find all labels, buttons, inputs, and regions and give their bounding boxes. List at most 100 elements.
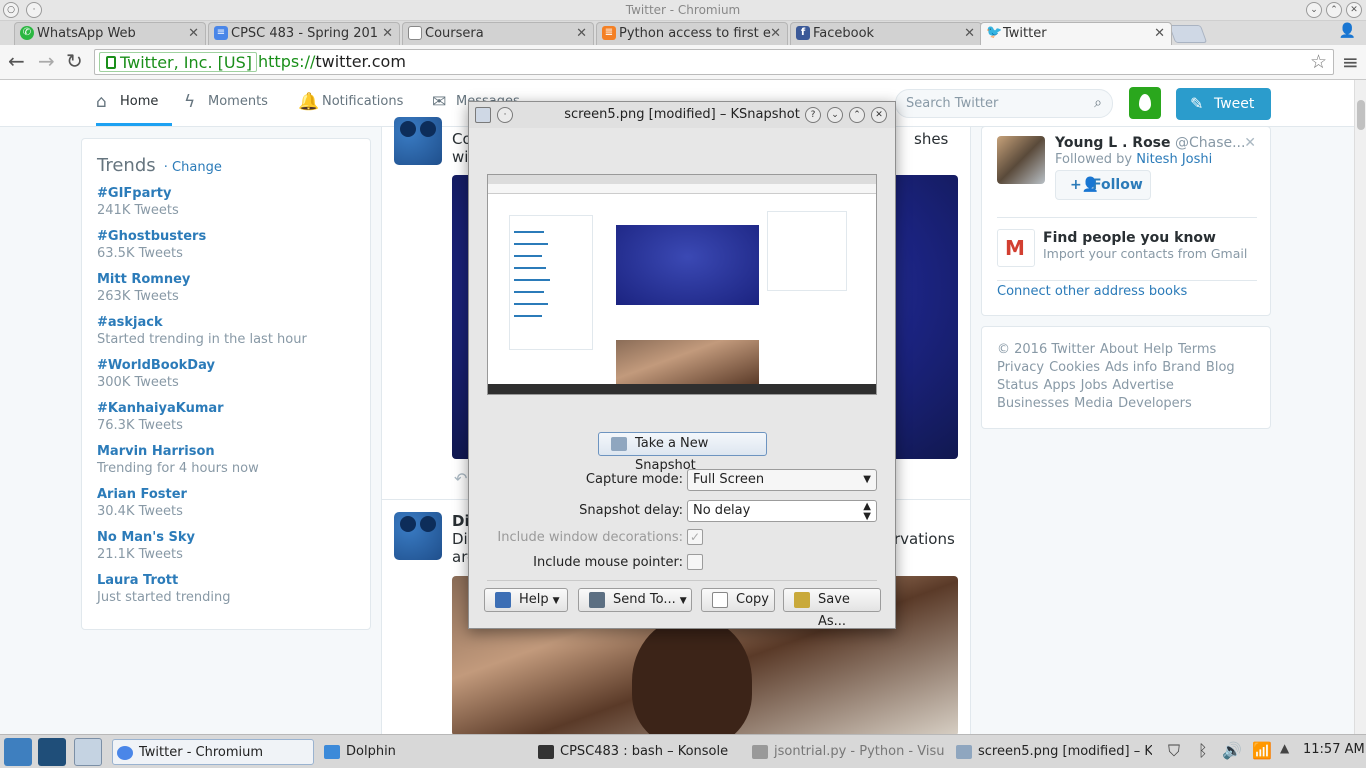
chromium-icon xyxy=(117,746,133,760)
tweet-text-fragment: shes xyxy=(914,130,949,148)
tab-close-icon[interactable]: ✕ xyxy=(964,23,975,44)
sticky-button[interactable]: · xyxy=(497,107,513,123)
close-window-button[interactable]: ✕ xyxy=(1346,2,1362,18)
connect-address-books-link[interactable]: Connect other address books xyxy=(997,284,1187,299)
tray-expand-icon[interactable]: ▲ xyxy=(1280,741,1289,755)
page-scrollbar[interactable] xyxy=(1354,80,1366,734)
trend-item[interactable]: Arian Foster 30.4K Tweets xyxy=(97,486,355,520)
scrollbar-thumb[interactable] xyxy=(1357,100,1365,130)
trend-item[interactable]: #KanhaiyaKumar 76.3K Tweets xyxy=(97,400,355,434)
desktop-icon[interactable] xyxy=(38,738,66,766)
nav-home[interactable]: ⌂ Home xyxy=(96,92,172,126)
nav-notifications[interactable]: 🔔 Notifications xyxy=(298,92,403,126)
dismiss-icon[interactable]: ✕ xyxy=(1244,135,1256,151)
trends-title: Trends xyxy=(97,155,156,176)
copy-icon xyxy=(712,592,728,608)
window-decorations-checkbox[interactable]: ✓ xyxy=(687,529,703,545)
task-konsole[interactable]: CPSC483 : bash – Konsole xyxy=(534,739,734,765)
minimize-button[interactable]: ⌄ xyxy=(1306,2,1322,18)
tweet-text-fragment: rvations xyxy=(894,530,955,548)
spin-arrows-icon[interactable]: ▲ ▼ xyxy=(863,502,871,522)
minimize-button[interactable]: ⌄ xyxy=(827,107,843,123)
ksnapshot-app-icon[interactable] xyxy=(475,107,491,123)
take-new-snapshot-button[interactable]: Take a New Snapshot xyxy=(598,432,767,473)
trends-change-link[interactable]: · Change xyxy=(164,160,222,175)
find-people-title[interactable]: Find people you know xyxy=(1043,230,1216,246)
browser-menu-icon[interactable]: ≡ xyxy=(1342,50,1359,74)
trend-item[interactable]: #GIFparty 241K Tweets xyxy=(97,185,355,219)
snapshot-delay-label: Snapshot delay: xyxy=(579,503,683,518)
clock[interactable]: 11:57 AM xyxy=(1303,742,1365,757)
home-icon: ⌂ xyxy=(96,92,107,112)
tweet-button[interactable]: ✎ Tweet xyxy=(1176,88,1271,120)
help-button[interactable]: Help ▼ xyxy=(484,588,568,612)
trend-item[interactable]: #WorldBookDay 300K Tweets xyxy=(97,357,355,391)
mouse-pointer-checkbox[interactable] xyxy=(687,554,703,570)
search-input[interactable]: Search Twitter ⌕ xyxy=(895,89,1113,118)
disney-avatar[interactable] xyxy=(394,117,442,165)
tab-close-icon[interactable]: ✕ xyxy=(770,23,781,44)
tab-stackoverflow[interactable]: ≣ Python access to first e ✕ xyxy=(596,22,788,45)
application-launcher-icon[interactable] xyxy=(4,738,32,766)
profile-icon[interactable]: 👤 xyxy=(1339,23,1356,39)
help-icon[interactable]: ? xyxy=(805,107,821,123)
capture-mode-label: Capture mode: xyxy=(585,472,683,487)
task-vscode[interactable]: jsontrial.py - Python - Visual St xyxy=(748,739,944,765)
reload-icon[interactable]: ↻ xyxy=(66,50,83,72)
snapshot-preview[interactable] xyxy=(487,174,877,395)
tab-facebook[interactable]: f Facebook ✕ xyxy=(790,22,982,45)
disney-avatar[interactable] xyxy=(394,512,442,560)
capture-mode-select[interactable]: Full Screen ▼ xyxy=(687,469,877,491)
page-icon xyxy=(408,26,422,40)
copy-button[interactable]: Copy xyxy=(701,588,775,612)
address-bar[interactable]: Twitter, Inc. [US] https://twitter.com ☆ xyxy=(94,49,1334,75)
follow-button[interactable]: +👤 Follow xyxy=(1055,170,1151,200)
close-dialog-button[interactable]: ✕ xyxy=(871,107,887,123)
maximize-button[interactable]: ⌃ xyxy=(849,107,865,123)
trend-item[interactable]: #Ghostbusters 63.5K Tweets xyxy=(97,228,355,262)
bookmark-star-icon[interactable]: ☆ xyxy=(1310,51,1327,73)
tab-close-icon[interactable]: ✕ xyxy=(188,23,199,44)
forward-arrow-icon[interactable]: → xyxy=(38,50,55,72)
snapshot-delay-spinbox[interactable]: No delay ▲ ▼ xyxy=(687,500,877,522)
search-icon[interactable]: ⌕ xyxy=(1094,90,1102,117)
back-arrow-icon[interactable]: ← xyxy=(8,50,25,72)
trend-item[interactable]: Laura Trott Just started trending xyxy=(97,572,355,606)
avatar[interactable] xyxy=(1129,87,1161,119)
tab-close-icon[interactable]: ✕ xyxy=(382,23,393,44)
trend-item[interactable]: Mitt Romney 263K Tweets xyxy=(97,271,355,305)
tab-close-icon[interactable]: ✕ xyxy=(1154,23,1165,44)
wifi-icon[interactable]: 📶 xyxy=(1252,741,1272,760)
save-as-button[interactable]: Save As... xyxy=(783,588,881,629)
bluetooth-icon[interactable]: ᛒ xyxy=(1198,741,1208,760)
preview-text xyxy=(514,243,548,245)
trend-item[interactable]: Marvin Harrison Trending for 4 hours now xyxy=(97,443,355,477)
tab-whatsapp[interactable]: ✆ WhatsApp Web ✕ xyxy=(14,22,206,45)
security-indicator[interactable]: Twitter, Inc. [US] xyxy=(99,52,257,72)
tweet-text-fragment: wi xyxy=(452,148,469,166)
shield-icon[interactable]: ⛉ xyxy=(1168,741,1180,761)
trend-item[interactable]: #askjack Started trending in the last hou… xyxy=(97,314,355,348)
profile-photo[interactable] xyxy=(997,136,1045,184)
url-text[interactable]: https://twitter.com xyxy=(258,52,406,72)
reply-icon[interactable]: ↶ xyxy=(454,469,467,488)
pager-icon[interactable] xyxy=(74,738,102,766)
account-name-line[interactable]: Young L . Rose @Chase... xyxy=(1055,135,1245,151)
volume-icon[interactable]: 🔊 xyxy=(1222,741,1242,760)
tab-close-icon[interactable]: ✕ xyxy=(576,23,587,44)
tab-coursera[interactable]: Coursera ✕ xyxy=(402,22,594,45)
task-ksnapshot[interactable]: screen5.png [modified] – KSna xyxy=(952,739,1152,765)
folder-icon xyxy=(324,745,340,759)
task-chromium[interactable]: Twitter - Chromium xyxy=(112,739,314,765)
tab-twitter[interactable]: 🐦 Twitter ✕ xyxy=(980,22,1172,45)
task-dolphin[interactable]: Dolphin xyxy=(320,739,520,765)
tweet-author-name[interactable]: Di xyxy=(452,511,470,531)
maximize-button[interactable]: ⌃ xyxy=(1326,2,1342,18)
new-tab-button[interactable] xyxy=(1168,25,1208,43)
nav-moments[interactable]: ϟ Moments xyxy=(184,92,268,126)
trend-item[interactable]: No Man's Sky 21.1K Tweets xyxy=(97,529,355,563)
window-decorations-label: Include window decorations: xyxy=(497,530,683,545)
send-to-button[interactable]: Send To... ▼ xyxy=(578,588,692,612)
tab-cpsc483[interactable]: ≡ CPSC 483 - Spring 201 ✕ xyxy=(208,22,400,45)
preview-taskbar xyxy=(488,384,876,394)
